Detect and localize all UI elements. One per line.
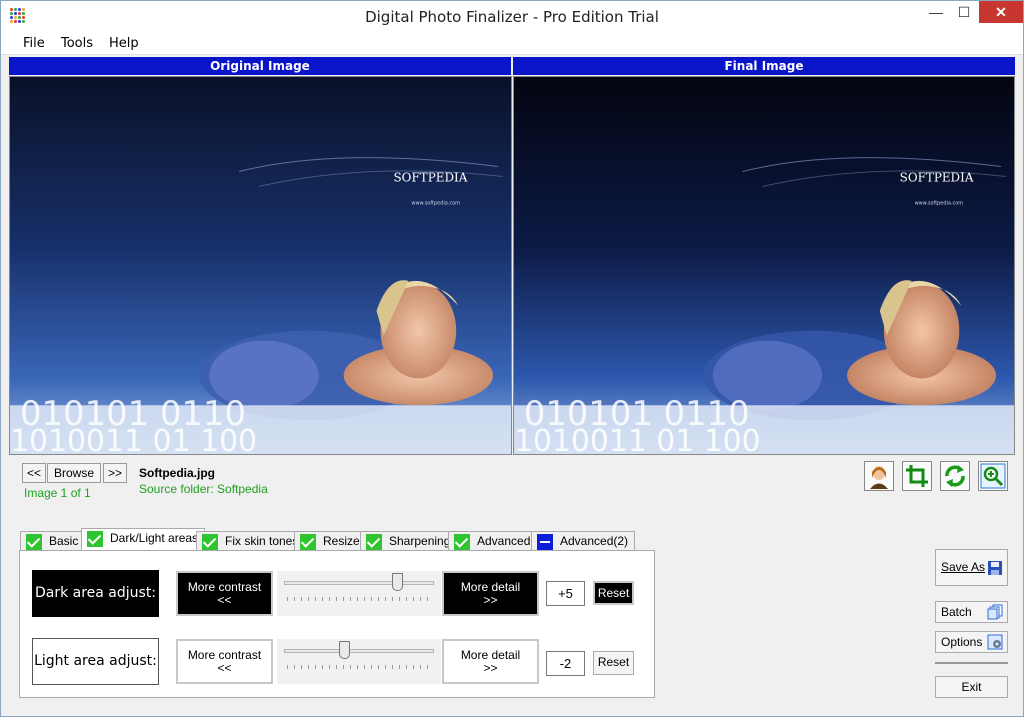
check-icon — [454, 534, 470, 550]
batch-button[interactable]: Batch — [935, 601, 1008, 623]
softpedia-watermark: SOFTPEDIA — [393, 170, 467, 184]
source-folder: Source folder: Softpedia — [139, 482, 268, 496]
menu-tools[interactable]: Tools — [61, 36, 93, 51]
slider-thumb[interactable] — [339, 641, 350, 659]
zoom-icon — [980, 463, 1006, 489]
previous-image-button[interactable]: << — [22, 463, 46, 483]
dark-area-label: Dark area adjust: — [32, 570, 159, 617]
batch-label: Batch — [941, 605, 972, 619]
softpedia-url: www.softpedia.com — [411, 200, 460, 206]
light-area-slider[interactable] — [277, 639, 441, 684]
slider-track — [284, 581, 434, 585]
final-photo: SOFTPEDIA www.softpedia.com 010101 0110 … — [514, 77, 1014, 454]
browse-button[interactable]: Browse — [47, 463, 101, 483]
tab-basic[interactable]: Basic — [20, 531, 86, 551]
rotate-button[interactable] — [940, 461, 970, 491]
original-photo: SOFTPEDIA www.softpedia.com 010101 0110 … — [10, 77, 511, 454]
tab-label: Dark/Light areas — [110, 531, 199, 545]
light-more-detail-button[interactable]: More detail >> — [442, 639, 539, 684]
floppy-disk-icon — [988, 561, 1002, 575]
button-arrow: >> — [483, 593, 498, 607]
dark-area-slider[interactable] — [277, 571, 441, 616]
tab-label: Sharpening — [389, 534, 451, 548]
divider — [935, 662, 1008, 664]
next-image-button[interactable]: >> — [103, 463, 127, 483]
tab-advanced[interactable]: Advanced — [448, 531, 538, 551]
save-as-label: Save As — [941, 560, 986, 574]
close-button[interactable]: ✕ — [979, 1, 1023, 23]
original-image-header: Original Image — [9, 57, 511, 75]
slider-ticks — [287, 665, 433, 669]
slider-thumb[interactable] — [391, 573, 403, 591]
dark-more-detail-button[interactable]: More detail >> — [442, 571, 539, 616]
tab-sharpening[interactable]: Sharpening — [360, 531, 458, 551]
dark-reset-button[interactable]: Reset — [593, 581, 634, 605]
tab-label: Advanced — [477, 534, 531, 548]
original-image-view: SOFTPEDIA www.softpedia.com 010101 0110 … — [9, 76, 512, 455]
menu-bar: File Tools Help — [1, 31, 1023, 55]
tab-label: Basic — [49, 534, 79, 548]
slider-ticks — [287, 597, 433, 601]
check-icon — [87, 531, 103, 547]
rotate-icon — [945, 465, 965, 487]
batch-pages-icon — [987, 604, 1003, 620]
tab-label: Resize — [323, 534, 360, 548]
options-gear-icon — [987, 634, 1003, 650]
crop-icon — [906, 465, 928, 487]
check-icon — [202, 534, 218, 550]
softpedia-url-final: www.softpedia.com — [915, 200, 964, 206]
save-as-button[interactable]: Save As — [935, 549, 1008, 586]
maximize-button[interactable]: ☐ — [949, 1, 979, 23]
check-icon — [300, 534, 316, 550]
portrait-icon — [870, 466, 888, 489]
options-label: Options — [941, 635, 983, 649]
tab-label: Advanced(2) — [560, 534, 629, 548]
light-reset-button[interactable]: Reset — [593, 651, 634, 675]
crop-button[interactable] — [902, 461, 932, 491]
minus-icon — [537, 534, 553, 550]
menu-help[interactable]: Help — [109, 36, 139, 51]
svg-text:1010011 01 100: 1010011 01 100 — [10, 424, 257, 454]
light-area-value: -2 — [546, 651, 585, 676]
zoom-button[interactable] — [978, 461, 1008, 491]
portrait-button[interactable] — [864, 461, 894, 491]
options-button[interactable]: Options — [935, 631, 1008, 653]
button-arrow: >> — [483, 661, 498, 675]
check-icon — [366, 534, 382, 550]
image-count: Image 1 of 1 — [24, 486, 91, 500]
final-image-view: SOFTPEDIA www.softpedia.com 010101 0110 … — [513, 76, 1015, 455]
dark-more-contrast-button[interactable]: More contrast << — [176, 571, 273, 616]
tab-dark-light-areas[interactable]: Dark/Light areas — [81, 528, 206, 551]
light-more-contrast-button[interactable]: More contrast << — [176, 639, 273, 684]
slider-track — [284, 649, 434, 653]
svg-text:1010011 01 100: 1010011 01 100 — [514, 424, 761, 454]
tab-resize[interactable]: Resize — [294, 531, 367, 551]
window-title: Digital Photo Finalizer - Pro Edition Tr… — [365, 8, 659, 26]
app-window: Digital Photo Finalizer - Pro Edition Tr… — [0, 0, 1024, 717]
light-area-label: Light area adjust: — [32, 638, 159, 685]
exit-button[interactable]: Exit — [935, 676, 1008, 698]
final-image-header: Final Image — [513, 57, 1015, 75]
dark-area-value: +5 — [546, 581, 585, 606]
button-arrow: << — [217, 593, 232, 607]
button-arrow: << — [217, 661, 232, 675]
check-icon — [26, 534, 42, 550]
softpedia-watermark-final: SOFTPEDIA — [900, 170, 974, 184]
menu-file[interactable]: File — [23, 36, 45, 51]
title-bar: Digital Photo Finalizer - Pro Edition Tr… — [1, 1, 1023, 31]
file-name: Softpedia.jpg — [139, 466, 215, 480]
tab-fix-skin-tones[interactable]: Fix skin tones — [196, 531, 306, 551]
tab-label: Fix skin tones — [225, 534, 299, 548]
tab-advanced-2[interactable]: Advanced(2) — [531, 531, 636, 551]
minimize-button[interactable]: — — [921, 1, 951, 23]
dark-light-panel: Dark area adjust: More contrast << More … — [19, 550, 655, 698]
